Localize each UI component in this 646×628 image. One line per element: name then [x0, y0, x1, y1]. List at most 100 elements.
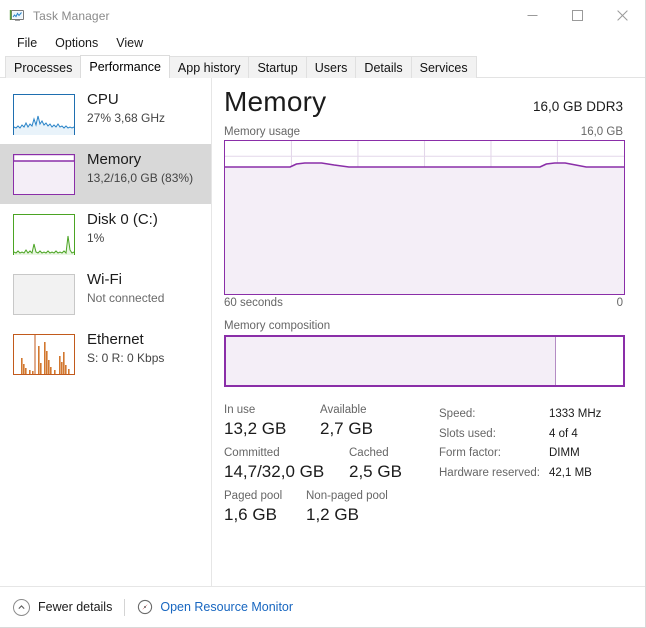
- sidebar-item-label-disk: Disk 0 (C:): [87, 211, 158, 228]
- stat-value-in-use: 13,2 GB: [224, 419, 287, 438]
- stat-value-paged-pool: 1,6 GB: [224, 505, 277, 524]
- sidebar-item-label-memory: Memory: [87, 151, 142, 168]
- info-value-hardware-reserved: 42,1 MB: [549, 466, 592, 479]
- tab-app-history[interactable]: App history: [168, 56, 250, 78]
- fewer-details-button[interactable]: Fewer details: [13, 598, 113, 616]
- close-button[interactable]: [600, 0, 645, 31]
- info-value-speed: 1333 MHz: [549, 408, 602, 420]
- stat-in-use: In use 13,2 GB: [224, 403, 320, 440]
- usage-graph-caption-right: 16,0 GB: [580, 126, 623, 138]
- stat-row-pools: Paged pool 1,6 GB Non-paged pool 1,2 GB: [224, 489, 432, 526]
- composition-segment-in-use: [226, 337, 556, 385]
- resource-monitor-icon: [137, 599, 153, 615]
- tab-processes[interactable]: Processes: [5, 56, 82, 78]
- sidebar-item-sub-ethernet: S: 0 R: 0 Kbps: [87, 351, 165, 365]
- sidebar-item-cpu[interactable]: CPU 27% 3,68 GHz: [0, 84, 211, 144]
- stat-value-available: 2,7 GB: [320, 419, 373, 438]
- open-resource-monitor-link[interactable]: Open Resource Monitor: [137, 599, 293, 615]
- sidebar-item-sub-disk: 1%: [87, 231, 105, 245]
- wifi-thumbnail-graph: [13, 274, 75, 315]
- stat-label-committed: Committed: [224, 447, 280, 459]
- memory-usage-graph: [224, 140, 625, 295]
- stat-row-inuse-available: In use 13,2 GB Available 2,7 GB: [224, 403, 432, 440]
- info-key-hardware-reserved: Hardware reserved:: [439, 466, 540, 479]
- task-manager-window: Task Manager File Options View Processes…: [0, 0, 646, 628]
- stat-non-paged-pool: Non-paged pool 1,2 GB: [306, 489, 432, 526]
- usage-graph-caption: Memory usage 16,0 GB: [224, 126, 625, 138]
- info-value-form-factor: DIMM: [549, 447, 580, 459]
- info-row-speed: Speed: 1333 MHz: [439, 405, 625, 425]
- info-row-hardware-reserved: Hardware reserved: 42,1 MB: [439, 464, 625, 484]
- sidebar-item-sub-memory: 13,2/16,0 GB (83%): [87, 171, 194, 185]
- window-controls: [510, 0, 645, 31]
- stat-committed: Committed 14,7/32,0 GB: [224, 446, 349, 483]
- composition-segment-free: [555, 337, 623, 385]
- sidebar-item-ethernet[interactable]: Ethernet S: 0 R: 0 Kbps: [0, 324, 211, 384]
- stat-label-paged-pool: Paged pool: [224, 490, 283, 502]
- memory-composition-bar[interactable]: [224, 335, 625, 387]
- sidebar-item-label-cpu: CPU: [87, 91, 119, 108]
- info-value-slots-used: 4 of 4: [549, 427, 578, 440]
- content-area: CPU 27% 3,68 GHz Memory 13,2/16,0 GB (83…: [0, 78, 645, 586]
- info-row-slots-used: Slots used: 4 of 4: [439, 425, 625, 445]
- tab-users[interactable]: Users: [305, 56, 357, 78]
- usage-graph-time-span: 60 seconds: [224, 297, 283, 309]
- memory-stats: In use 13,2 GB Available 2,7 GB Committe…: [224, 403, 625, 532]
- ethernet-thumbnail-graph: [13, 334, 75, 375]
- usage-graph-footer: 60 seconds 0: [224, 297, 625, 309]
- sidebar-item-sub-wifi: Not connected: [87, 291, 165, 305]
- maximize-button[interactable]: [555, 0, 600, 31]
- resource-sidebar: CPU 27% 3,68 GHz Memory 13,2/16,0 GB (83…: [0, 78, 212, 586]
- stat-row-committed-cached: Committed 14,7/32,0 GB Cached 2,5 GB: [224, 446, 432, 483]
- chevron-up-icon: [13, 598, 30, 616]
- memory-usage-chart: [225, 141, 624, 294]
- sidebar-item-label-ethernet: Ethernet: [87, 331, 144, 348]
- page-title: Memory: [224, 86, 327, 117]
- memory-hardware-summary: 16,0 GB DDR3: [532, 99, 623, 114]
- stat-value-committed: 14,7/32,0 GB: [224, 462, 325, 481]
- status-separator: [124, 598, 126, 616]
- menu-item-view[interactable]: View: [107, 34, 152, 53]
- fewer-details-label: Fewer details: [38, 600, 113, 614]
- memory-composition-label: Memory composition: [224, 320, 331, 332]
- sidebar-memory-texts: Memory 13,2/16,0 GB (83%): [87, 144, 193, 187]
- sidebar-ethernet-texts: Ethernet S: 0 R: 0 Kbps: [87, 324, 164, 367]
- sidebar-item-disk[interactable]: Disk 0 (C:) 1%: [0, 204, 211, 264]
- sidebar-cpu-texts: CPU 27% 3,68 GHz: [87, 84, 165, 127]
- menu-item-file[interactable]: File: [8, 34, 46, 53]
- minimize-button[interactable]: [510, 0, 555, 31]
- stat-value-non-paged-pool: 1,2 GB: [306, 505, 359, 524]
- usage-graph-caption-left: Memory usage: [224, 126, 301, 138]
- usage-graph-time-zero: 0: [616, 297, 623, 309]
- open-resource-monitor-label: Open Resource Monitor: [160, 600, 294, 614]
- sidebar-item-wifi[interactable]: Wi-Fi Not connected: [0, 264, 211, 324]
- tab-performance[interactable]: Performance: [80, 55, 170, 78]
- status-bar: Fewer details Open Resource Monitor: [0, 586, 645, 627]
- menu-bar: File Options View: [0, 31, 645, 55]
- info-key-slots-used: Slots used:: [439, 427, 496, 440]
- task-manager-icon: [9, 8, 25, 24]
- tab-startup[interactable]: Startup: [248, 56, 307, 78]
- stat-cached: Cached 2,5 GB: [349, 446, 432, 483]
- sidebar-disk-texts: Disk 0 (C:) 1%: [87, 204, 158, 247]
- stat-label-non-paged-pool: Non-paged pool: [306, 490, 388, 502]
- info-key-speed: Speed:: [439, 408, 476, 420]
- title-bar: Task Manager: [0, 0, 645, 31]
- stat-paged-pool: Paged pool 1,6 GB: [224, 489, 306, 526]
- memory-thumbnail-graph: [13, 154, 75, 195]
- tab-services[interactable]: Services: [410, 56, 477, 78]
- tab-details[interactable]: Details: [355, 56, 412, 78]
- menu-item-options[interactable]: Options: [46, 34, 107, 53]
- sidebar-item-label-wifi: Wi-Fi: [87, 271, 122, 288]
- sidebar-item-memory[interactable]: Memory 13,2/16,0 GB (83%): [0, 144, 211, 204]
- stat-label-cached: Cached: [349, 447, 389, 459]
- memory-hardware-info: Speed: 1333 MHz Slots used: 4 of 4 Form …: [432, 403, 625, 532]
- memory-detail-panel: Memory 16,0 GB DDR3 Memory usage 16,0 GB: [212, 78, 645, 586]
- cpu-thumbnail-graph: [13, 94, 75, 135]
- panel-header: Memory 16,0 GB DDR3: [224, 86, 625, 118]
- tab-strip: Processes Performance App history Startu…: [0, 55, 645, 78]
- info-key-form-factor: Form factor:: [439, 447, 501, 459]
- info-row-form-factor: Form factor: DIMM: [439, 444, 625, 464]
- memory-stats-left: In use 13,2 GB Available 2,7 GB Committe…: [224, 403, 432, 532]
- stat-available: Available 2,7 GB: [320, 403, 432, 440]
